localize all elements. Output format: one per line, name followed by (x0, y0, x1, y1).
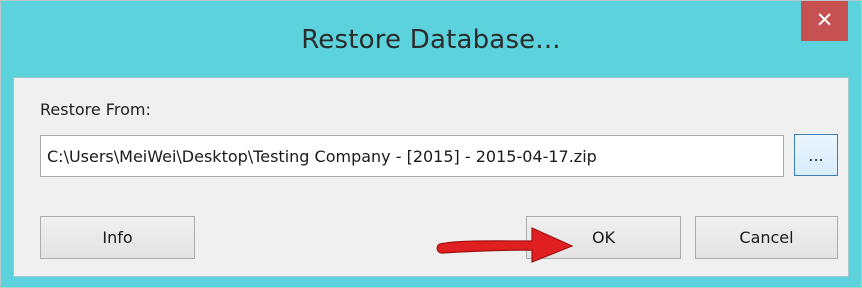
info-button[interactable]: Info (40, 216, 195, 259)
dialog-body: Restore From: ... Info OK Cancel (13, 77, 849, 277)
browse-button[interactable]: ... (794, 134, 838, 176)
cancel-button[interactable]: Cancel (695, 216, 838, 259)
restore-from-label: Restore From: (40, 100, 151, 119)
ok-button[interactable]: OK (526, 216, 681, 259)
title-bar[interactable]: Restore Database... ✕ (1, 1, 861, 77)
restore-path-input[interactable] (40, 135, 784, 177)
close-icon: ✕ (815, 8, 834, 32)
window-title: Restore Database... (301, 25, 561, 55)
restore-database-dialog: Restore Database... ✕ Restore From: ... … (0, 0, 862, 288)
close-button[interactable]: ✕ (801, 1, 848, 41)
